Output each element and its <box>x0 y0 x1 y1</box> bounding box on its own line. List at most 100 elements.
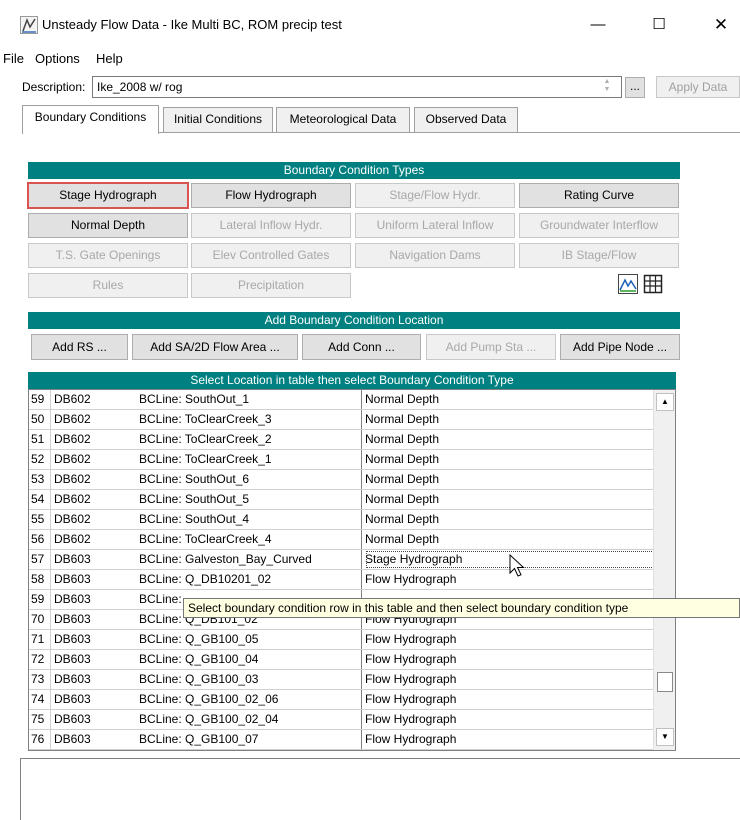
boundary-condition-cell[interactable]: Normal Depth <box>365 390 655 409</box>
row-number-cell[interactable]: 72 <box>31 650 51 669</box>
table-row[interactable]: 55 DB602 BCLine: SouthOut_4 Normal Depth <box>29 510 653 530</box>
message-panel[interactable] <box>20 758 740 820</box>
stage-hydrograph-button[interactable]: Stage Hydrograph <box>27 182 189 209</box>
row-number-cell[interactable]: 57 <box>31 550 51 569</box>
table-row[interactable]: 57 DB603 BCLine: Galveston_Bay_Curved Stage… <box>29 550 654 570</box>
flow-hydrograph-button[interactable]: Flow Hydrograph <box>191 183 351 208</box>
row-number-cell[interactable]: 59 <box>31 390 51 409</box>
boundary-condition-cell[interactable]: Flow Hydrograph <box>365 630 655 649</box>
ts-gate-openings-button[interactable]: T.S. Gate Openings <box>28 243 188 268</box>
location-cell[interactable]: BCLine: Galveston_Bay_Curved <box>139 550 362 569</box>
table-row[interactable]: 71 DB603 BCLine: Q_GB100_05 Flow Hydrograph <box>29 630 653 650</box>
location-cell[interactable]: BCLine: SouthOut_6 <box>139 470 362 489</box>
boundary-condition-cell[interactable]: Normal Depth <box>365 410 655 429</box>
location-cell[interactable]: BCLine: ToClearCreek_4 <box>139 530 362 549</box>
rules-button[interactable]: Rules <box>28 273 188 298</box>
add-rs-button[interactable]: Add RS ... <box>31 334 128 360</box>
apply-data-button[interactable]: Apply Data <box>656 76 740 98</box>
lateral-inflow-hydr-button[interactable]: Lateral Inflow Hydr. <box>191 213 351 238</box>
row-number-cell[interactable]: 70 <box>31 610 51 629</box>
add-conn-button[interactable]: Add Conn ... <box>302 334 421 360</box>
add-sa2d-flow-area-button[interactable]: Add SA/2D Flow Area ... <box>132 334 298 360</box>
table-row[interactable]: 53 DB602 BCLine: SouthOut_6 Normal Depth <box>29 470 653 490</box>
row-number-cell[interactable]: 55 <box>31 510 51 529</box>
description-browse-button[interactable]: ... <box>625 77 645 98</box>
navigation-dams-button[interactable]: Navigation Dams <box>355 243 515 268</box>
table-row[interactable]: 76 DB603 BCLine: Q_GB100_07 Flow Hydrograph <box>29 730 653 750</box>
boundary-condition-cell[interactable]: Flow Hydrograph <box>365 730 655 749</box>
location-cell[interactable]: BCLine: SouthOut_1 <box>139 390 362 409</box>
scroll-up-arrow-icon[interactable]: ▲ <box>656 393 674 411</box>
location-cell[interactable]: BCLine: ToClearCreek_3 <box>139 410 362 429</box>
location-cell[interactable]: BCLine: SouthOut_4 <box>139 510 362 529</box>
normal-depth-button[interactable]: Normal Depth <box>28 213 188 238</box>
table-row[interactable]: 75 DB603 BCLine: Q_GB100_02_04 Flow Hydrogr… <box>29 710 653 730</box>
table-row[interactable]: 59 DB602 BCLine: SouthOut_1 Normal Depth <box>29 390 653 410</box>
minimize-button[interactable]: — <box>575 10 621 40</box>
boundary-condition-cell[interactable]: Flow Hydrograph <box>365 670 655 689</box>
hydrograph-plot-icon[interactable] <box>618 274 638 294</box>
location-cell[interactable]: BCLine: Q_GB100_04 <box>139 650 362 669</box>
row-number-cell[interactable]: 76 <box>31 730 51 749</box>
table-row[interactable]: 51 DB602 BCLine: ToClearCreek_2 Normal Dept… <box>29 430 653 450</box>
stage-flow-hydr-button[interactable]: Stage/Flow Hydr. <box>355 183 515 208</box>
table-row[interactable]: 56 DB602 BCLine: ToClearCreek_4 Normal Dept… <box>29 530 653 550</box>
boundary-condition-cell[interactable]: Normal Depth <box>365 430 655 449</box>
boundary-condition-cell[interactable]: Normal Depth <box>365 490 655 509</box>
scroll-thumb[interactable] <box>657 672 673 692</box>
location-cell[interactable]: BCLine: Q_GB100_03 <box>139 670 362 689</box>
row-number-cell[interactable]: 75 <box>31 710 51 729</box>
row-number-cell[interactable]: 53 <box>31 470 51 489</box>
uniform-lateral-inflow-button[interactable]: Uniform Lateral Inflow <box>355 213 515 238</box>
rating-curve-button[interactable]: Rating Curve <box>519 183 679 208</box>
row-number-cell[interactable]: 73 <box>31 670 51 689</box>
boundary-condition-cell[interactable]: Normal Depth <box>365 510 655 529</box>
table-icon[interactable] <box>643 274 663 294</box>
boundary-condition-cell[interactable]: Flow Hydrograph <box>365 690 655 709</box>
close-button[interactable]: ✕ <box>698 10 740 40</box>
table-row[interactable]: 54 DB602 BCLine: SouthOut_5 Normal Depth <box>29 490 653 510</box>
boundary-condition-cell[interactable]: Normal Depth <box>365 470 655 489</box>
tab-boundary-conditions[interactable]: Boundary Conditions <box>22 105 159 134</box>
row-number-cell[interactable]: 59 <box>31 590 51 609</box>
location-cell[interactable]: BCLine: Q_GB100_07 <box>139 730 362 749</box>
scroll-down-arrow-icon[interactable]: ▼ <box>656 728 674 746</box>
table-row[interactable]: 52 DB602 BCLine: ToClearCreek_1 Normal Dept… <box>29 450 653 470</box>
boundary-condition-cell[interactable]: Normal Depth <box>365 450 655 469</box>
row-number-cell[interactable]: 54 <box>31 490 51 509</box>
menu-file[interactable]: File <box>3 51 24 66</box>
boundary-condition-cell[interactable]: Flow Hydrograph <box>365 650 655 669</box>
location-cell[interactable]: BCLine: Q_GB100_02_06 <box>139 690 362 709</box>
location-cell[interactable]: BCLine: SouthOut_5 <box>139 490 362 509</box>
boundary-condition-cell[interactable]: Flow Hydrograph <box>365 710 655 729</box>
menu-help[interactable]: Help <box>96 51 123 66</box>
location-cell[interactable]: BCLine: ToClearCreek_2 <box>139 430 362 449</box>
row-number-cell[interactable]: 50 <box>31 410 51 429</box>
tab-initial-conditions[interactable]: Initial Conditions <box>163 107 273 132</box>
add-pump-sta-button[interactable]: Add Pump Sta ... <box>426 334 556 360</box>
tab-meteorological-data[interactable]: Meteorological Data <box>276 107 410 132</box>
maximize-button[interactable]: ☐ <box>636 10 682 40</box>
row-number-cell[interactable]: 71 <box>31 630 51 649</box>
menu-options[interactable]: Options <box>35 51 80 66</box>
tab-observed-data[interactable]: Observed Data <box>414 107 518 132</box>
table-row[interactable]: 50 DB602 BCLine: ToClearCreek_3 Normal Dept… <box>29 410 653 430</box>
location-cell[interactable]: BCLine: Q_GB100_02_04 <box>139 710 362 729</box>
location-cell[interactable]: BCLine: Q_GB100_05 <box>139 630 362 649</box>
row-number-cell[interactable]: 52 <box>31 450 51 469</box>
row-number-cell[interactable]: 58 <box>31 570 51 589</box>
location-cell[interactable]: BCLine: ToClearCreek_1 <box>139 450 362 469</box>
add-pipe-node-button[interactable]: Add Pipe Node ... <box>560 334 680 360</box>
location-cell[interactable]: BCLine: Q_DB10201_02 <box>139 570 362 589</box>
row-number-cell[interactable]: 56 <box>31 530 51 549</box>
description-input[interactable] <box>92 76 622 98</box>
row-number-cell[interactable]: 51 <box>31 430 51 449</box>
table-row[interactable]: 72 DB603 BCLine: Q_GB100_04 Flow Hydrograph <box>29 650 653 670</box>
table-row[interactable]: 74 DB603 BCLine: Q_GB100_02_06 Flow Hydrogr… <box>29 690 653 710</box>
table-scrollbar[interactable]: ▲ ▼ <box>653 390 675 750</box>
precipitation-button[interactable]: Precipitation <box>191 273 351 298</box>
groundwater-interflow-button[interactable]: Groundwater Interflow <box>519 213 679 238</box>
table-row[interactable]: 58 DB603 BCLine: Q_DB10201_02 Flow Hydrogra… <box>29 570 653 590</box>
boundary-condition-cell[interactable]: Normal Depth <box>365 530 655 549</box>
boundary-location-table[interactable]: 59 DB602 BCLine: SouthOut_1 Normal Depth 50 D… <box>28 389 676 751</box>
